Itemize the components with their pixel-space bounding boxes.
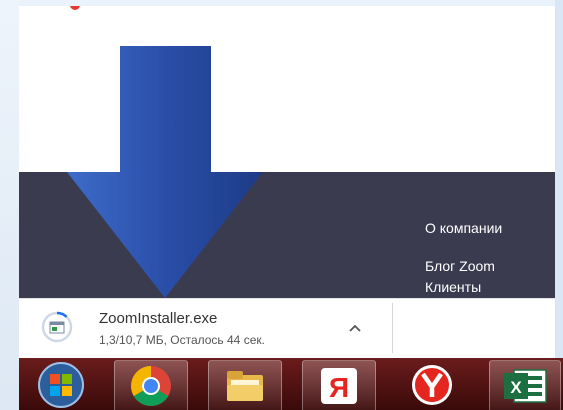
taskbar-item-yandex-browser[interactable]	[396, 360, 468, 410]
down-arrow-icon	[67, 46, 263, 298]
window-frame-left	[0, 0, 19, 410]
yandex-browser-icon	[412, 365, 452, 405]
svg-text:Я: Я	[329, 372, 349, 403]
start-button[interactable]	[31, 360, 91, 410]
chrome-icon	[131, 366, 171, 406]
download-bar: ZoomInstaller.exe 1,3/10,7 МБ, Осталось …	[19, 298, 555, 359]
excel-icon: X	[504, 369, 547, 403]
download-status: 1,3/10,7 МБ, Осталось 44 сек.	[99, 333, 265, 347]
chevron-up-icon[interactable]	[343, 316, 367, 340]
download-filename: ZoomInstaller.exe	[99, 310, 218, 327]
web-page-content: О компании Блог Zoom Клиенты	[19, 6, 555, 298]
start-orb-icon	[38, 362, 84, 408]
taskbar-item-explorer[interactable]	[208, 360, 282, 410]
download-progress-icon	[41, 311, 73, 343]
download-item[interactable]: ZoomInstaller.exe 1,3/10,7 МБ, Осталось …	[19, 299, 392, 359]
svg-text:X: X	[510, 378, 522, 397]
yandex-ya-icon: Я	[321, 368, 357, 404]
download-bar-separator	[392, 303, 393, 353]
taskbar-item-chrome[interactable]	[114, 360, 188, 410]
taskbar: Я X	[19, 358, 563, 410]
taskbar-item-yandex[interactable]: Я	[302, 360, 376, 410]
file-explorer-icon	[227, 371, 263, 401]
window-frame-right	[555, 0, 563, 410]
taskbar-item-excel[interactable]: X	[489, 360, 561, 410]
